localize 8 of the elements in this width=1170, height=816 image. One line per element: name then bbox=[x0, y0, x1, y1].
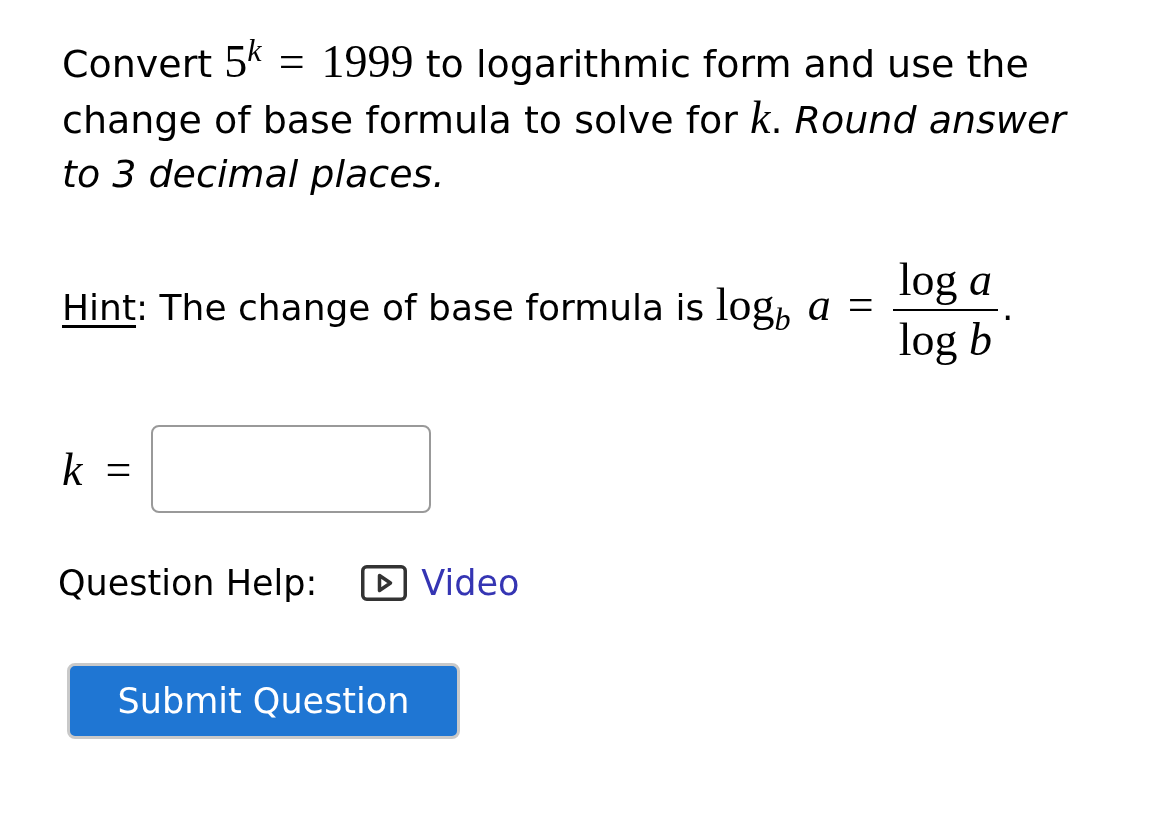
hint-text: Hint: The change of base formula is log$_{b}$ a = log a log b . bbox=[62, 251, 1102, 369]
video-icon bbox=[361, 565, 408, 601]
video-link[interactable]: Video bbox=[361, 561, 520, 605]
question-help-label: Question Help: bbox=[58, 562, 318, 605]
question-text: Convert 5$^{k}$ = 1999 to logarithmic form and use the change of base formula to solve for k. Round answer to 3 decimal places. bbox=[62, 35, 1069, 198]
answer-label: k = bbox=[62, 442, 132, 496]
answer-input[interactable] bbox=[151, 425, 432, 513]
submit-button[interactable]: Submit Question bbox=[67, 663, 460, 739]
